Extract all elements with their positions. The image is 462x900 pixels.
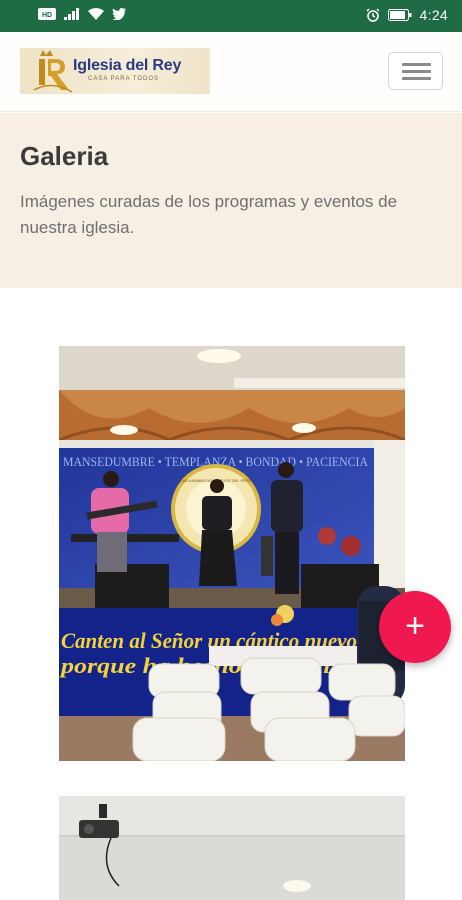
status-bar: HD 4:24	[0, 0, 462, 32]
wifi-icon	[88, 8, 104, 20]
add-button[interactable]: +	[379, 591, 451, 663]
hamburger-icon	[402, 63, 431, 66]
page-title: Galeria	[20, 141, 109, 171]
battery-icon	[387, 9, 412, 21]
logo-title: Iglesia del Rey	[73, 57, 182, 74]
church-logo[interactable]: Iglesia del Rey CASA PARA TODOS	[20, 48, 210, 94]
gallery-photo[interactable]: MANSEDUMBRE • TEMPLANZA • BONDAD • PACIE…	[59, 346, 405, 761]
status-icons-right: 4:24	[366, 7, 448, 23]
plus-icon: +	[405, 607, 425, 645]
logo-subtitle: CASA PARA TODOS	[88, 76, 160, 82]
crown-logo-icon	[32, 50, 73, 99]
hd-icon: HD	[38, 8, 56, 20]
status-icons-left: HD	[38, 8, 126, 20]
page-header: Galeria Imágenes curadas de los programa…	[0, 113, 462, 288]
navbar: Iglesia del Rey CASA PARA TODOS	[0, 32, 462, 112]
menu-toggle-button[interactable]	[388, 52, 443, 90]
signal-icon	[64, 8, 80, 20]
page-description: Imágenes curadas de los programas y even…	[20, 192, 398, 237]
status-time: 4:24	[419, 7, 448, 23]
alarm-icon	[366, 8, 380, 22]
gallery-photo[interactable]	[59, 796, 405, 900]
svg-text:HD: HD	[42, 12, 52, 19]
twitter-icon	[112, 8, 126, 20]
